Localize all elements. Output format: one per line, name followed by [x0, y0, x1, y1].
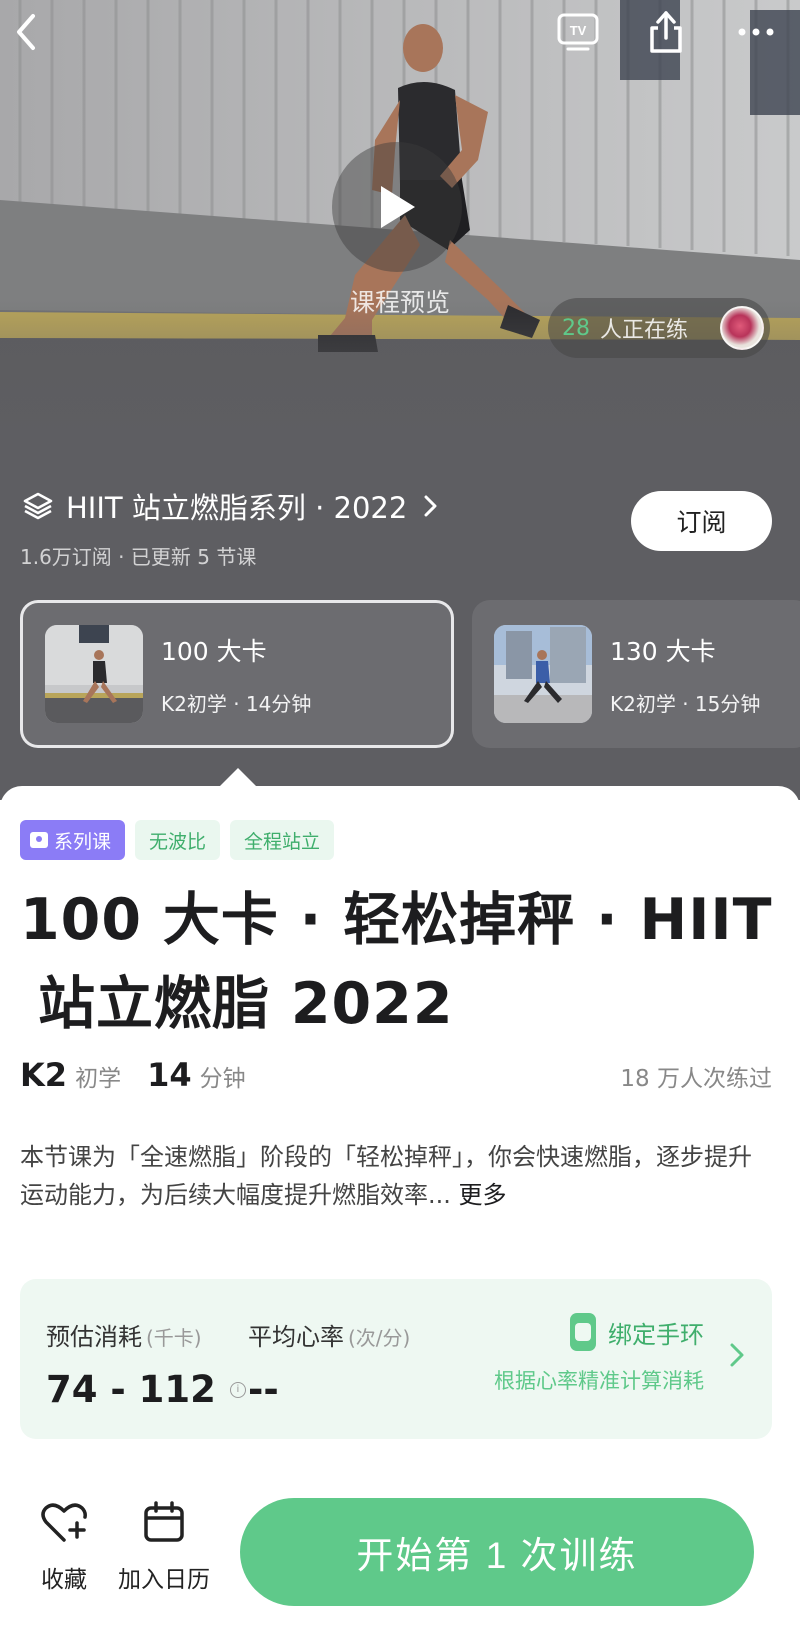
play-preview-button[interactable]: [332, 142, 462, 272]
hero-section: TV 课程预览 28 人正在练 HIIT 站立燃脂系列 · 2022 1.6万订…: [0, 0, 800, 800]
favorite-button[interactable]: 收藏: [34, 1500, 94, 1594]
lesson-card[interactable]: 130 大卡 K2初学 · 15分钟: [472, 600, 800, 748]
calendar-icon: [144, 1501, 184, 1542]
selected-lesson-pointer: [220, 768, 256, 786]
share-button[interactable]: [642, 8, 690, 56]
lesson-thumbnail: [494, 625, 592, 723]
practicing-text: 人正在练: [600, 318, 689, 343]
heart-rate-metric: 平均心率 (次/分) --: [248, 1317, 410, 1411]
heart-rate-unit: (次/分): [348, 1326, 411, 1350]
duration-value: 14: [147, 1056, 192, 1094]
calendar-label: 加入日历: [118, 1567, 210, 1593]
back-icon: [17, 14, 35, 50]
more-icon: [738, 28, 774, 36]
more-button[interactable]: [732, 8, 780, 56]
tag-list: 系列课 无波比 全程站立: [20, 820, 335, 860]
series-meta: 1.6万订阅 · 已更新 5 节课: [20, 545, 257, 569]
series-title: HIIT 站立燃脂系列 · 2022: [66, 491, 408, 525]
level-value: K2: [20, 1056, 68, 1094]
subscribe-button[interactable]: 订阅: [631, 491, 772, 551]
back-button[interactable]: [2, 8, 50, 56]
duration-label: 分钟: [199, 1066, 246, 1092]
svg-text:TV: TV: [570, 23, 587, 38]
chevron-right-icon: [424, 495, 437, 517]
course-stats: K2 初学 14 分钟 18 万人次练过: [20, 1056, 772, 1094]
bind-band[interactable]: 绑定手环 根据心率精准计算消耗: [494, 1313, 704, 1395]
series-link[interactable]: HIIT 站立燃脂系列 · 2022: [22, 485, 441, 527]
lesson-info: 100 大卡 K2初学 · 14分钟: [161, 632, 311, 717]
heart-plus-icon: [41, 1503, 87, 1542]
heart-rate-value: --: [248, 1368, 279, 1411]
more-link[interactable]: 更多: [459, 1181, 507, 1209]
lesson-info: 130 大卡 K2初学 · 15分钟: [610, 632, 760, 717]
favorite-label: 收藏: [41, 1567, 87, 1593]
lesson-kcal: 100 大卡: [161, 636, 267, 666]
tag-standing: 全程站立: [230, 820, 335, 860]
practicing-count: 28: [562, 315, 590, 341]
watch-icon: [570, 1313, 596, 1351]
layers-icon: [23, 492, 53, 520]
share-icon: [650, 11, 682, 53]
calorie-value: 74 - 112: [46, 1368, 216, 1411]
add-to-calendar-button[interactable]: 加入日历: [112, 1500, 216, 1594]
start-training-button[interactable]: 开始第 1 次训练: [240, 1498, 754, 1606]
info-icon[interactable]: i: [229, 1381, 246, 1398]
lesson-meta: K2初学 · 14分钟: [161, 691, 312, 716]
tv-icon: [30, 832, 48, 848]
chevron-right-icon[interactable]: [728, 1341, 746, 1369]
preview-label: 课程预览: [349, 288, 450, 317]
practicing-now-pill[interactable]: 28 人正在练: [548, 298, 770, 358]
calorie-metric: 预估消耗 (千卡) 74 - 112 i: [46, 1317, 246, 1411]
tag-no-burpee: 无波比: [135, 820, 221, 860]
tag-series: 系列课: [20, 820, 126, 860]
tv-cast-button[interactable]: TV: [554, 8, 602, 56]
tv-cast-icon: TV: [557, 13, 599, 51]
title-line-2: 站立燃脂 2022: [38, 971, 454, 1037]
heart-rate-label: 平均心率: [248, 1323, 344, 1351]
description-text: 本节课为「全速燃脂」阶段的「轻松掉秤」，你会快速燃脂，逐步提升运动能力，为后续大…: [20, 1143, 752, 1209]
lesson-meta: K2初学 · 15分钟: [610, 691, 761, 716]
lesson-kcal: 130 大卡: [610, 636, 716, 666]
play-icon: [381, 186, 415, 228]
level-label: 初学: [75, 1066, 122, 1092]
bind-band-label: 绑定手环: [608, 1320, 704, 1349]
calorie-unit: (千卡): [146, 1326, 202, 1350]
title-line-1: 100 大卡 · 轻松掉秤 · HIIT: [20, 887, 773, 953]
bottom-action-bar: 收藏 加入日历 开始第 1 次训练: [0, 1470, 800, 1630]
avatar: [720, 306, 764, 350]
lesson-thumbnail: [45, 625, 143, 723]
metric-card[interactable]: 预估消耗 (千卡) 74 - 112 i 平均心率 (次/分) -- 绑定手环 根据…: [20, 1279, 772, 1439]
practice-count: 18 万人次练过: [620, 1066, 772, 1092]
page-title: 100 大卡 · 轻松掉秤 · HIIT 站立燃脂 2022: [20, 878, 780, 1046]
course-description: 本节课为「全速燃脂」阶段的「轻松掉秤」，你会快速燃脂，逐步提升运动能力，为后续大…: [20, 1138, 760, 1214]
lesson-card[interactable]: 100 大卡 K2初学 · 14分钟: [20, 600, 454, 748]
calorie-label: 预估消耗: [46, 1323, 142, 1351]
bind-band-subtitle: 根据心率精准计算消耗: [494, 1369, 704, 1393]
